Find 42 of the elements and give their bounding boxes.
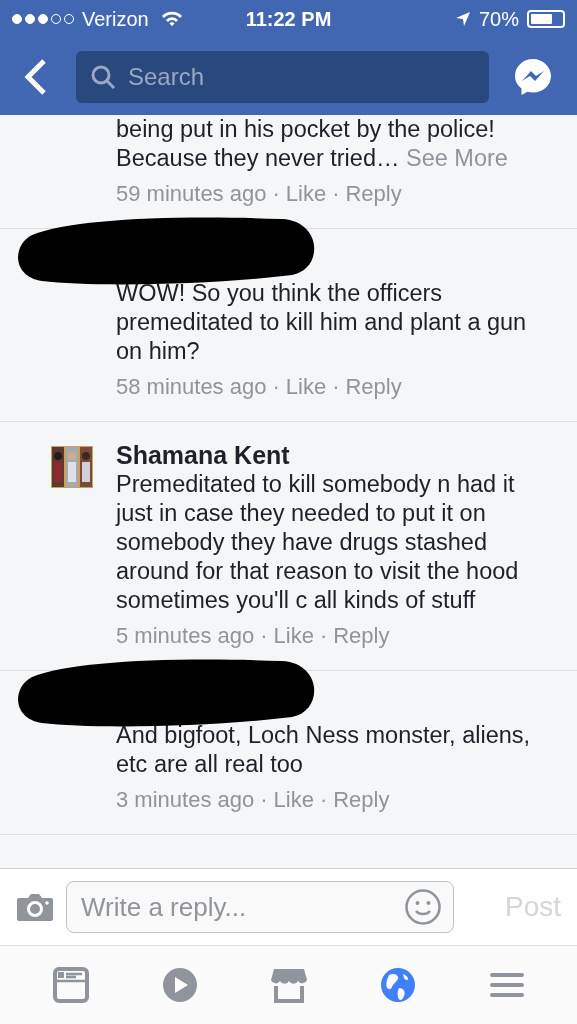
like-link[interactable]: Like [273, 786, 314, 814]
comment-author[interactable]: Shamana Kent [116, 440, 290, 470]
separator-dot: · [332, 180, 340, 208]
separator-dot: · [272, 373, 280, 401]
carrier-name: Verizon [82, 7, 149, 32]
like-link[interactable]: Like [285, 180, 327, 208]
comment-time: 59 minutes ago [116, 180, 267, 208]
news-feed-tab[interactable] [51, 966, 90, 1004]
reply-link[interactable]: Reply [333, 786, 390, 814]
reply-link[interactable]: Reply [345, 180, 402, 208]
separator-dot: · [260, 622, 268, 650]
camera-icon[interactable] [16, 892, 54, 922]
comment-time: 5 minutes ago [116, 622, 255, 650]
comment-text: being put in his pocket by the police! Because they never tried… See More [116, 115, 509, 173]
emoji-icon[interactable] [404, 888, 442, 926]
location-arrow-icon [454, 11, 471, 27]
separator-dot: · [332, 373, 340, 401]
like-link[interactable]: Like [285, 373, 327, 401]
separator-dot: · [272, 180, 280, 208]
comment-time: 3 minutes ago [116, 786, 255, 814]
comment-time: 58 minutes ago [116, 373, 267, 401]
messenger-button[interactable] [513, 56, 553, 97]
separator-dot: · [260, 786, 268, 814]
search-field[interactable]: Search [76, 50, 489, 103]
clock-time: 11:22 PM [244, 7, 333, 32]
wifi-icon [160, 11, 183, 27]
comment-text: Premeditated to kill somebody n had it just in case they needed to put it on somebody they have drugs stashed around for that reason to visit the hood sometimes you'll c all kinds of stuff [116, 470, 520, 615]
see-more-link[interactable]: See More [406, 145, 508, 171]
search-icon [90, 63, 116, 90]
battery-icon [527, 10, 565, 28]
reply-input-field[interactable]: Write a reply... [66, 881, 454, 933]
notifications-tab[interactable] [378, 966, 417, 1004]
comment-text: WOW! So you think the officers premeditated to kill him and plant a gun on him? [116, 279, 528, 366]
battery-percent: 70% [478, 7, 519, 32]
marketplace-tab[interactable] [269, 966, 308, 1004]
video-tab[interactable] [160, 966, 199, 1004]
reply-link[interactable]: Reply [333, 622, 390, 650]
comment-text: And bigfoot, Loch Ness monster, aliens, etc are all real too [116, 721, 532, 779]
reply-link[interactable]: Reply [345, 373, 402, 401]
separator-dot: · [319, 786, 328, 814]
like-link[interactable]: Like [273, 622, 314, 650]
separator-dot: · [319, 622, 328, 650]
